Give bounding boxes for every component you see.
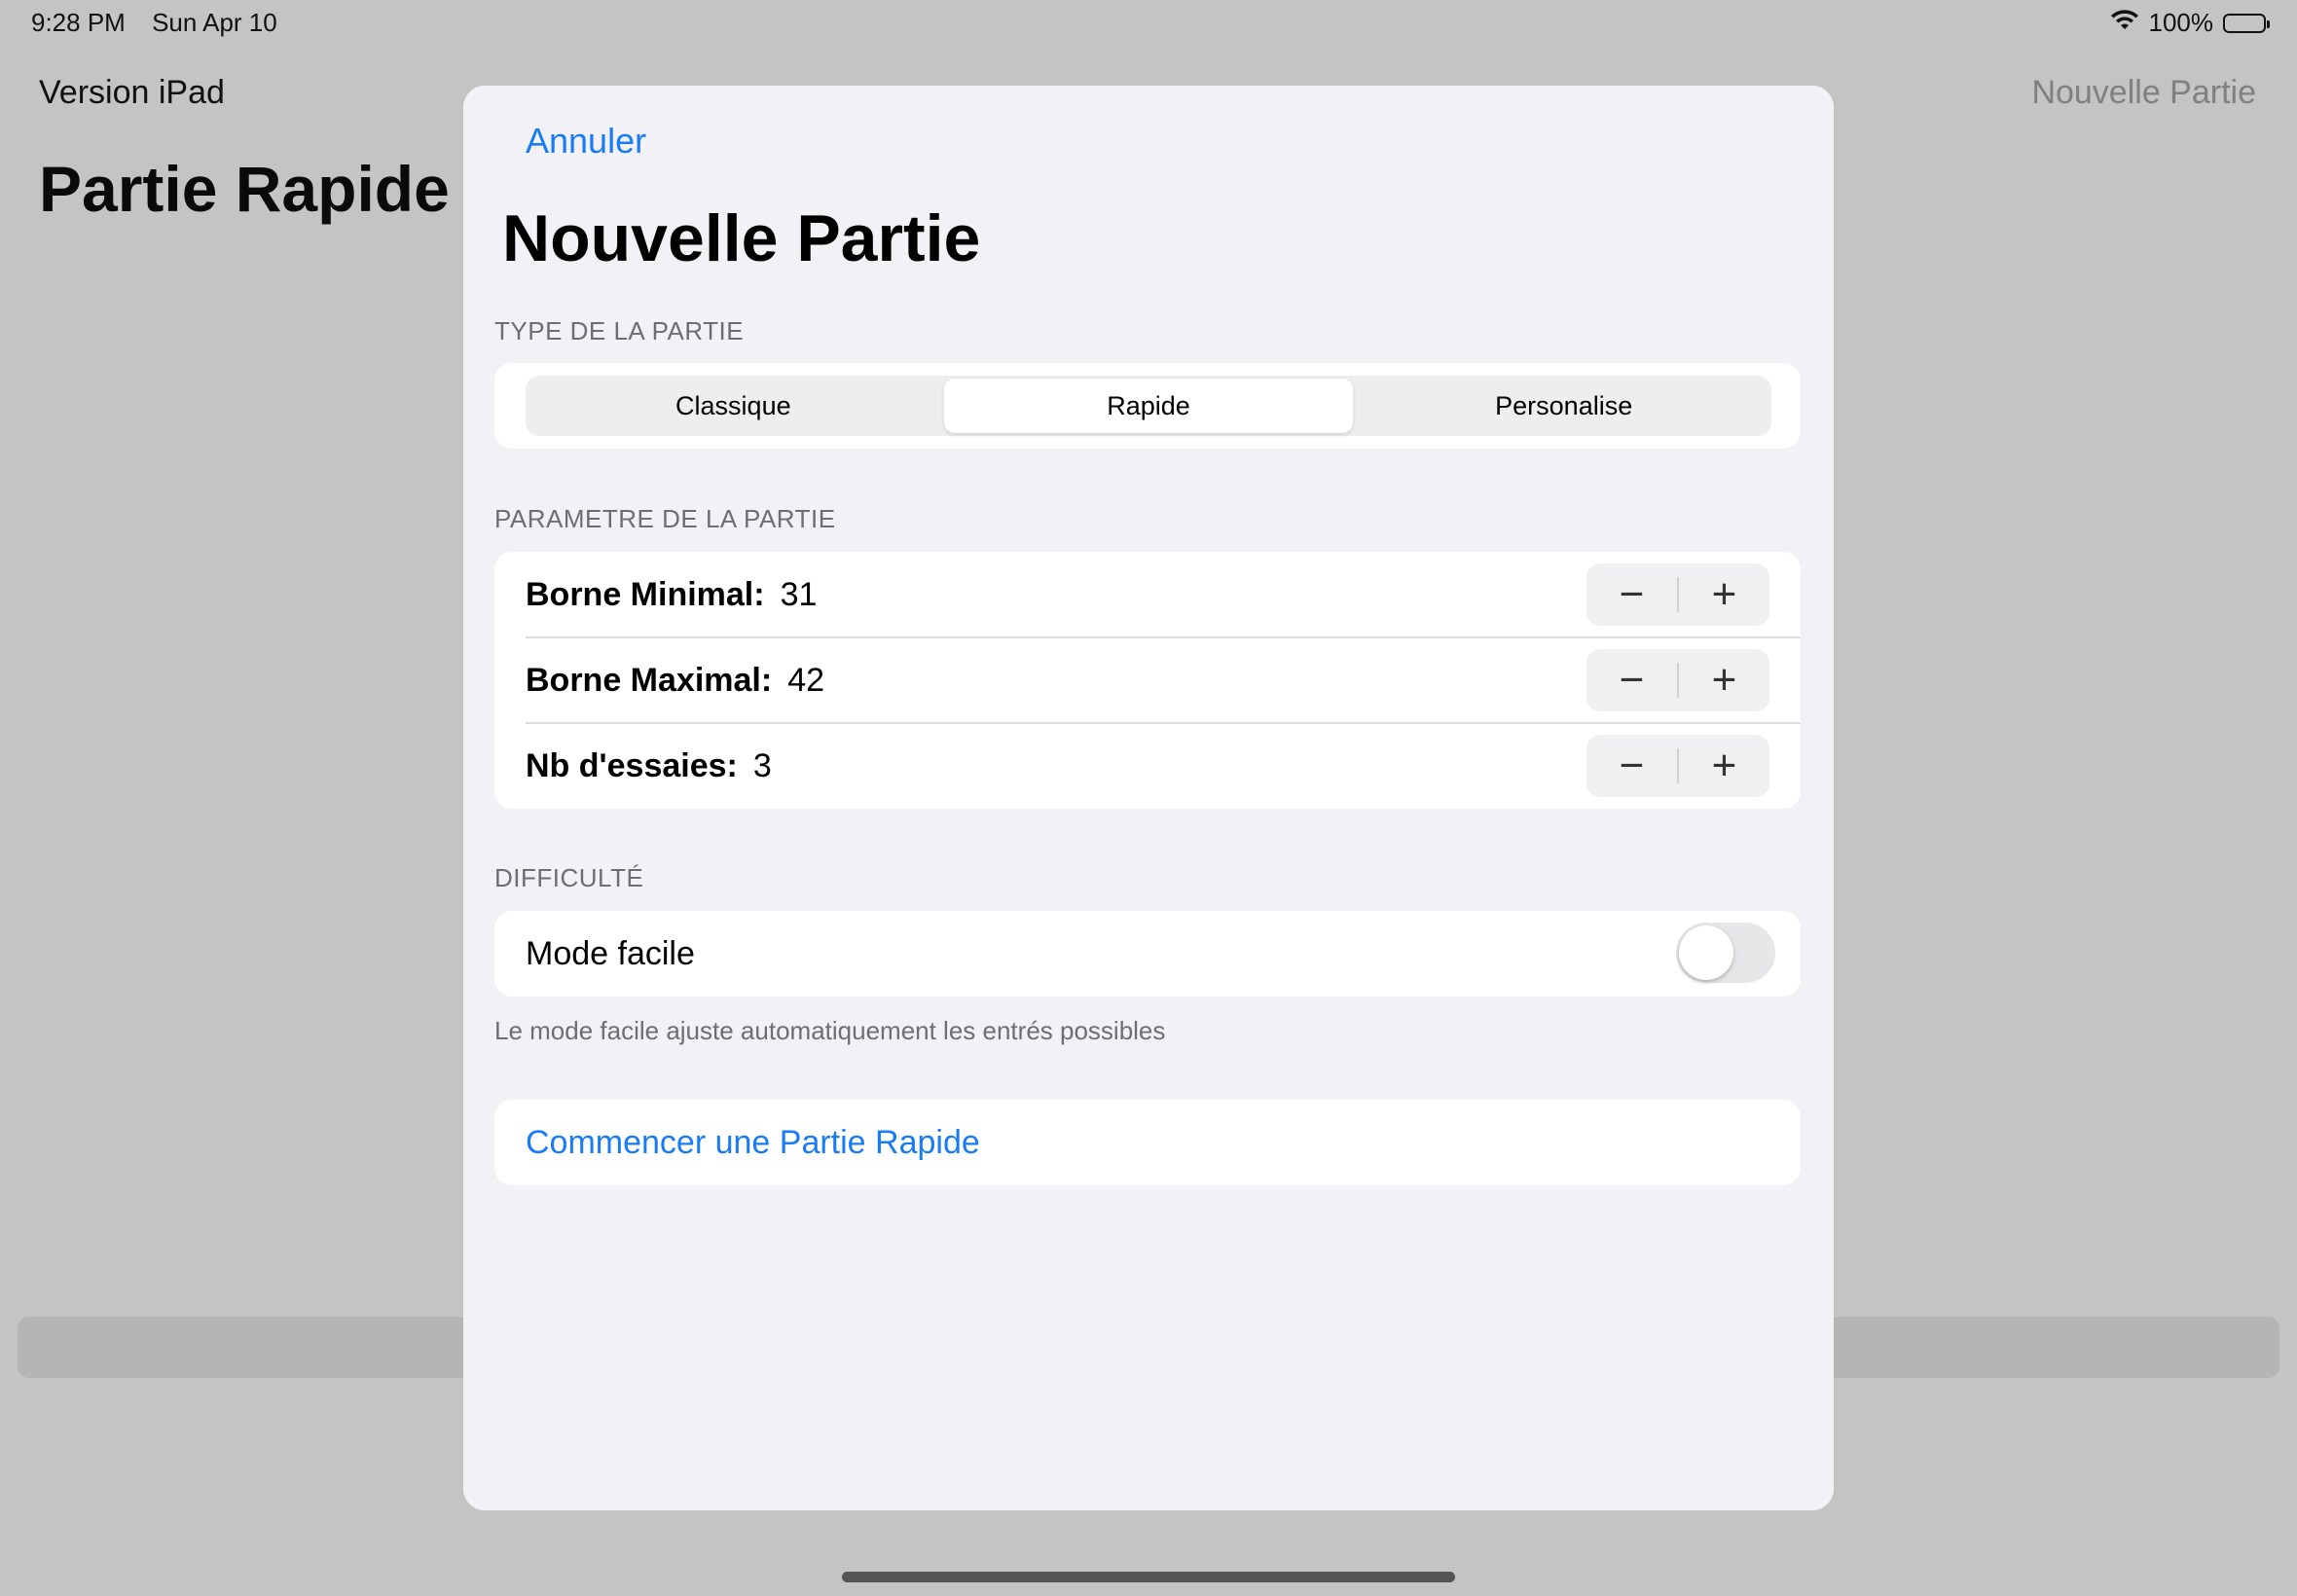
sheet-title: Nouvelle Partie [502,201,981,275]
borne-minimal-increment-button[interactable]: + [1679,563,1769,626]
status-bar-left: 9:28 PM Sun Apr 10 [31,8,297,38]
type-card: Classique Rapide Personalise [494,363,1801,449]
nb-essaies-increment-button[interactable]: + [1679,735,1769,797]
segment-classique[interactable]: Classique [529,379,938,433]
borne-minimal-label: Borne Minimal: [526,575,765,613]
mode-facile-toggle[interactable] [1676,923,1775,983]
nb-essaies-decrement-button[interactable]: − [1586,735,1677,797]
difficulty-section-header: DIFFICULTÉ [494,863,644,892]
start-quick-game-button[interactable]: Commencer une Partie Rapide [526,1100,980,1185]
mode-facile-label: Mode facile [526,934,695,972]
segment-rapide[interactable]: Rapide [943,379,1354,433]
borne-maximal-row: Borne Maximal: 42 − + [526,637,1801,723]
nb-essaies-row: Nb d'essaies: 3 − + [526,723,1801,809]
status-time: 9:28 PM [31,8,126,37]
background-page-title: Partie Rapide [39,153,450,225]
type-section-header: TYPE DE LA PARTIE [494,316,745,345]
battery-icon [2223,13,2270,33]
borne-minimal-row: Borne Minimal: 31 − + [526,552,1801,637]
params-section-header: PARAMETRE DE LA PARTIE [494,504,836,533]
home-indicator [842,1572,1455,1582]
difficulty-card: Mode facile [494,911,1801,997]
segment-personalise[interactable]: Personalise [1359,379,1768,433]
borne-maximal-increment-button[interactable]: + [1679,649,1769,711]
borne-maximal-stepper: − + [1586,649,1769,711]
game-type-segmented-control: Classique Rapide Personalise [526,376,1771,436]
borne-maximal-value: 42 [787,661,825,699]
borne-minimal-decrement-button[interactable]: − [1586,563,1677,626]
mode-facile-row: Mode facile [526,911,1801,997]
cancel-button[interactable]: Annuler [526,121,646,162]
status-bar-right: 100% [2110,8,2270,38]
nb-essaies-stepper: − + [1586,735,1769,797]
nb-essaies-value: 3 [752,746,772,784]
wifi-icon [2110,8,2139,38]
borne-minimal-value: 31 [780,575,818,613]
start-card: Commencer une Partie Rapide [494,1100,1801,1185]
version-ipad-label: Version iPad [39,74,225,111]
toggle-knob [1679,925,1733,980]
battery-percentage: 100% [2148,8,2214,37]
params-card: Borne Minimal: 31 − + Borne Maximal: 42 … [494,552,1801,809]
nb-essaies-label: Nb d'essaies: [526,746,738,784]
difficulty-footer-text: Le mode facile ajuste automatiquement le… [494,1016,1166,1045]
borne-maximal-label: Borne Maximal: [526,661,773,699]
borne-minimal-stepper: − + [1586,563,1769,626]
nouvelle-partie-nav-button: Nouvelle Partie [2031,74,2256,111]
borne-maximal-decrement-button[interactable]: − [1586,649,1677,711]
status-date: Sun Apr 10 [152,8,277,37]
